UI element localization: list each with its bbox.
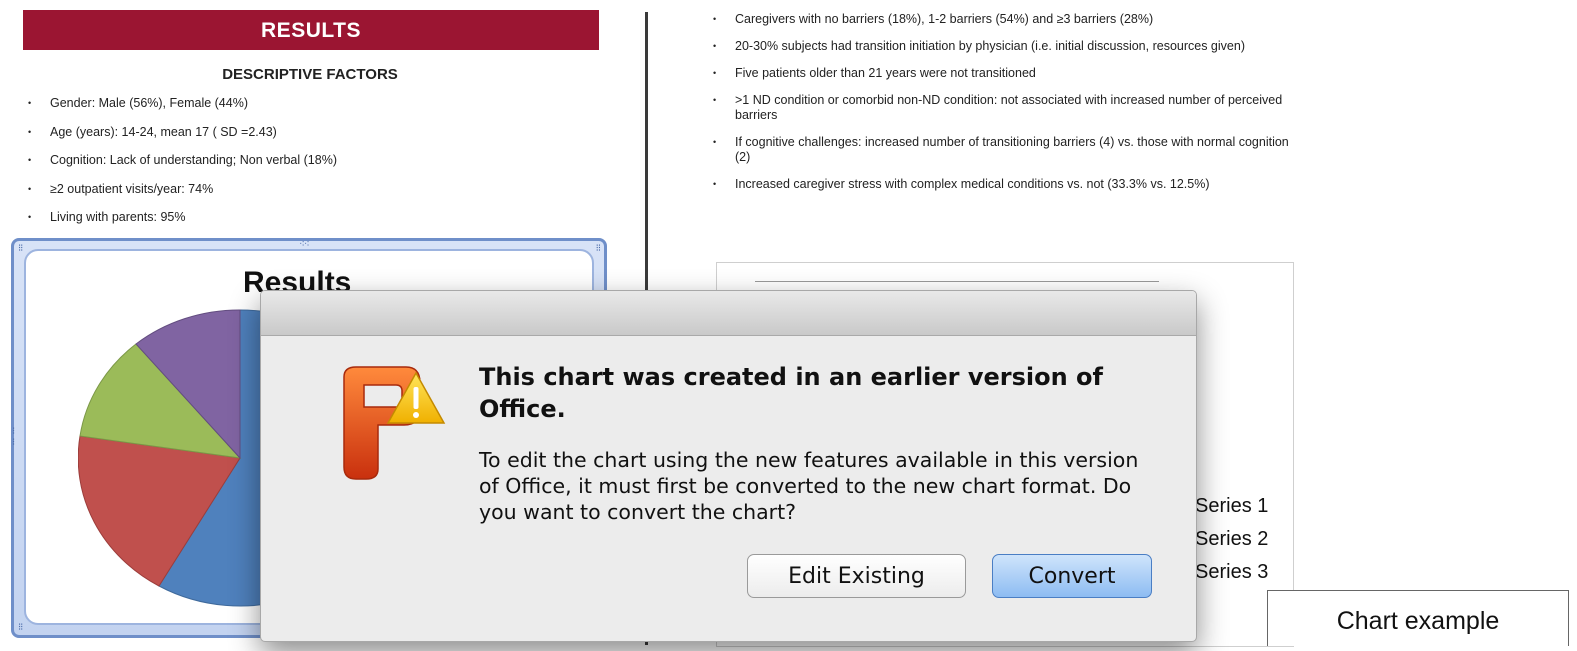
- resize-handle-top-left[interactable]: ⁝⁝: [18, 243, 23, 254]
- legend-entry: Series 1: [1195, 495, 1269, 517]
- dialog-message: To edit the chart using the new features…: [479, 448, 1139, 524]
- dialog-heading: This chart was created in an earlier ver…: [479, 363, 1103, 423]
- descriptive-factors-heading: DESCRIPTIVE FACTORS: [222, 66, 398, 83]
- resize-handle-top[interactable]: ⁖⁖: [299, 239, 310, 250]
- list-item: Increased caregiver stress with complex …: [709, 177, 1289, 192]
- list-item: Five patients older than 21 years were n…: [709, 66, 1289, 81]
- list-item: Cognition: Lack of understanding; Non ve…: [24, 153, 584, 168]
- descriptive-factors-list: Gender: Male (56%), Female (44%) Age (ye…: [24, 96, 584, 239]
- list-item: >1 ND condition or comorbid non-ND condi…: [709, 93, 1289, 123]
- list-item: Living with parents: 95%: [24, 210, 584, 225]
- chart-legend: Series 1 Series 2 Series 3: [1195, 490, 1268, 589]
- list-item: Caregivers with no barriers (18%), 1-2 b…: [709, 12, 1289, 27]
- legend-entry: Series 2: [1195, 528, 1269, 550]
- chart-caption: Chart example: [1267, 590, 1569, 646]
- edit-existing-button[interactable]: Edit Existing: [747, 554, 966, 598]
- resize-handle-left[interactable]: ⁝ ⁝: [12, 426, 15, 448]
- list-item: ≥2 outpatient visits/year: 74%: [24, 182, 584, 197]
- list-item: Age (years): 14-24, mean 17 ( SD =2.43): [24, 125, 584, 140]
- convert-chart-dialog: This chart was created in an earlier ver…: [260, 290, 1197, 642]
- powerpoint-icon: [343, 366, 446, 480]
- resize-handle-top-right[interactable]: ⁝⁝: [596, 243, 601, 254]
- resize-handle-bottom-left[interactable]: ⁝⁝: [18, 622, 23, 633]
- results-findings-list: Caregivers with no barriers (18%), 1-2 b…: [709, 12, 1289, 204]
- convert-button[interactable]: Convert: [992, 554, 1152, 598]
- list-item: 20-30% subjects had transition initiatio…: [709, 39, 1289, 54]
- dialog-titlebar[interactable]: [261, 291, 1196, 336]
- list-item: Gender: Male (56%), Female (44%): [24, 96, 584, 111]
- second-chart-plot-edge: [755, 281, 1159, 284]
- list-item: If cognitive challenges: increased numbe…: [709, 135, 1289, 165]
- legend-entry: Series 3: [1195, 561, 1269, 583]
- results-banner: RESULTS: [23, 10, 599, 50]
